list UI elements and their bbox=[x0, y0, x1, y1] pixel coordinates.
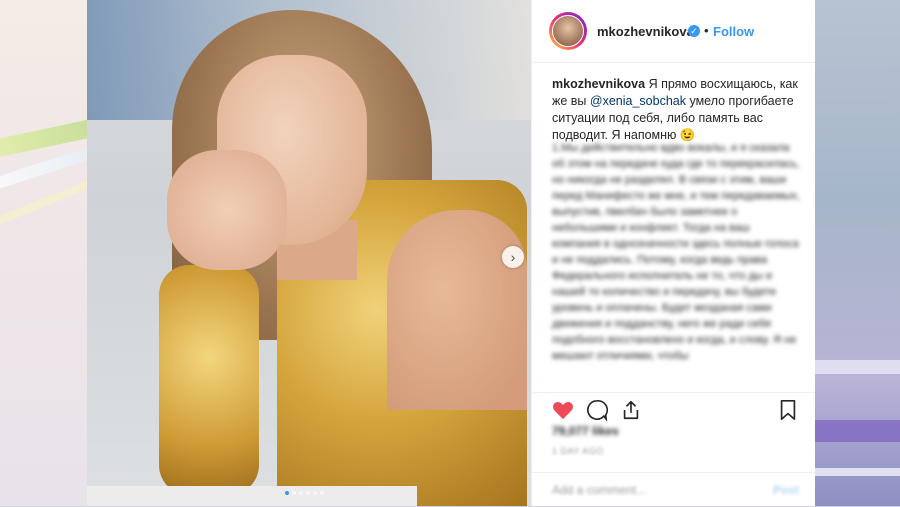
carousel-dots bbox=[285, 491, 324, 495]
comment-button[interactable] bbox=[586, 399, 608, 421]
follow-button[interactable]: Follow bbox=[713, 24, 754, 39]
carousel-dot bbox=[299, 491, 303, 495]
post-comment-button[interactable]: Post bbox=[773, 483, 799, 497]
background-left bbox=[0, 0, 87, 506]
like-button[interactable] bbox=[552, 399, 574, 421]
decor-band bbox=[814, 360, 900, 374]
caption-blurred-text: 1.Мы действительно вдво вокалы, и я сказ… bbox=[552, 142, 800, 362]
carousel-dot bbox=[313, 491, 317, 495]
heart-icon bbox=[553, 401, 573, 420]
comment-input[interactable]: Add a comment... bbox=[552, 483, 646, 497]
username-link[interactable]: mkozhevnikova bbox=[597, 24, 694, 39]
post-header: mkozhevnikova ✓ • Follow bbox=[532, 0, 815, 63]
carousel-dot bbox=[292, 491, 296, 495]
carousel-dot bbox=[285, 491, 289, 495]
verified-badge-icon: ✓ bbox=[688, 25, 700, 37]
save-button[interactable] bbox=[777, 399, 799, 421]
bookmark-icon bbox=[780, 400, 796, 420]
decor-band bbox=[814, 420, 900, 442]
background-right bbox=[814, 0, 900, 506]
next-slide-button[interactable]: › bbox=[502, 246, 524, 268]
post-side-panel: mkozhevnikova ✓ • Follow mkozhevnikova Я… bbox=[531, 0, 815, 506]
comment-bubble-icon bbox=[587, 400, 608, 421]
post-caption: mkozhevnikova Я прямо восхищаюсь, как же… bbox=[552, 76, 800, 144]
share-button[interactable] bbox=[620, 399, 642, 421]
post-timestamp: 1 DAY AGO bbox=[552, 446, 604, 456]
carousel-dot bbox=[320, 491, 324, 495]
photo-hands bbox=[167, 150, 287, 270]
share-upload-icon bbox=[623, 400, 639, 420]
caption-author-link[interactable]: mkozhevnikova bbox=[552, 77, 645, 91]
photo-sleeve bbox=[159, 265, 259, 495]
comment-bar: Add a comment... Post bbox=[532, 472, 815, 507]
likes-count[interactable]: 79,077 likes bbox=[552, 424, 619, 438]
photo-shoulder bbox=[387, 210, 527, 410]
photo-table bbox=[87, 486, 417, 506]
mention-link[interactable]: @xenia_sobchak bbox=[590, 94, 686, 108]
decor-band bbox=[814, 468, 900, 476]
post-photo[interactable]: › bbox=[87, 0, 531, 506]
avatar-story-ring[interactable] bbox=[549, 12, 587, 50]
carousel-dot bbox=[306, 491, 310, 495]
action-bar bbox=[532, 392, 815, 423]
separator-dot: • bbox=[704, 23, 709, 38]
avatar[interactable] bbox=[552, 15, 584, 47]
